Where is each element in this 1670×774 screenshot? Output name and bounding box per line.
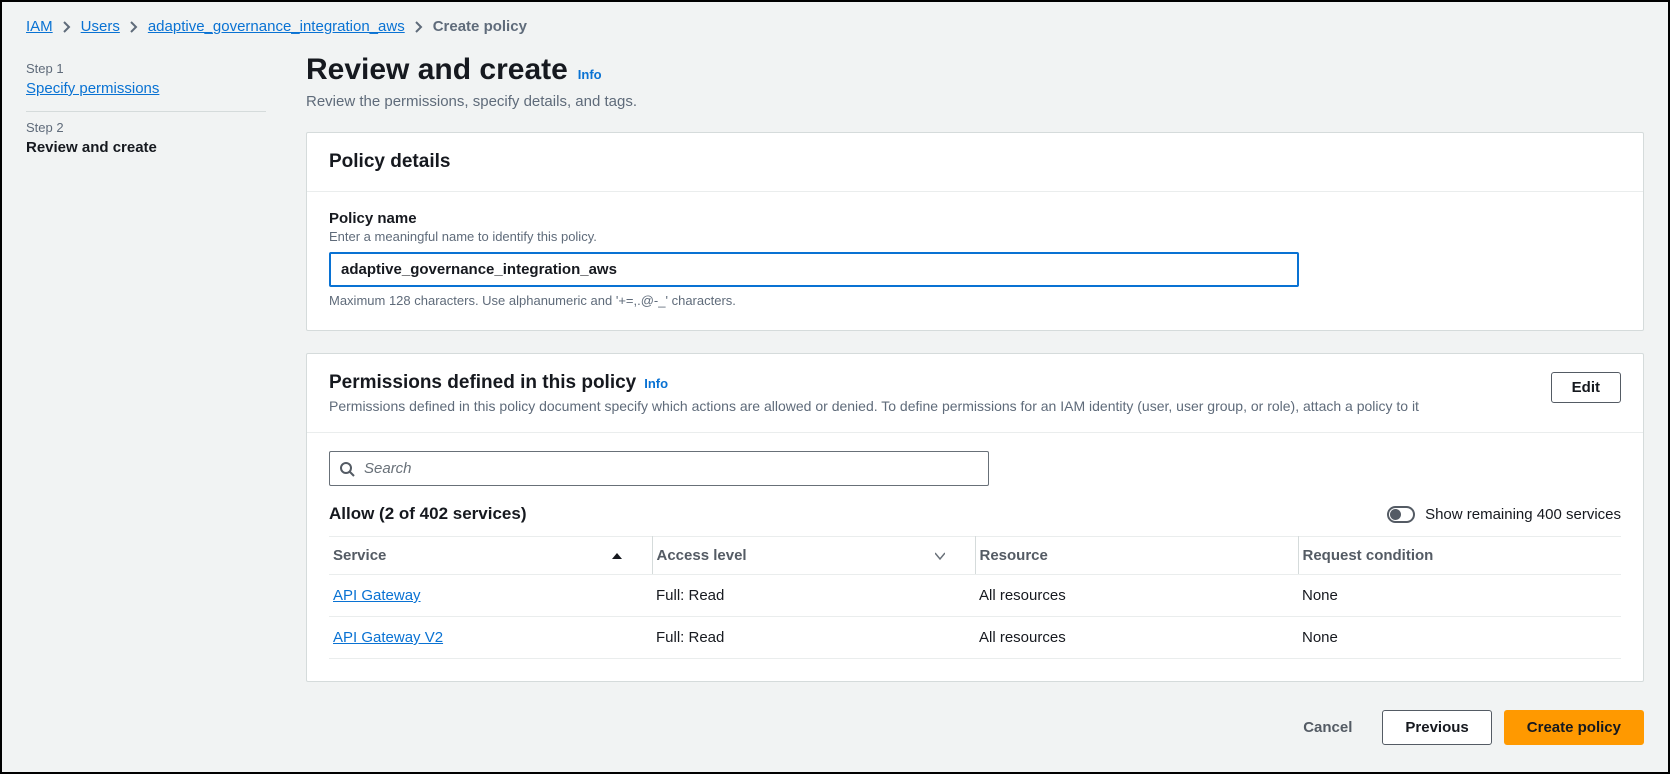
permissions-info-link[interactable]: Info — [644, 376, 668, 391]
search-input[interactable] — [329, 451, 989, 486]
step-1-title[interactable]: Specify permissions — [26, 80, 159, 97]
cell-access: Full: Read — [652, 617, 975, 659]
table-row: API Gateway Full: Read All resources Non… — [329, 575, 1621, 617]
breadcrumb-user-name[interactable]: adaptive_governance_integration_aws — [148, 18, 405, 35]
step-2: Step 2 Review and create — [26, 112, 266, 170]
step-2-label: Step 2 — [26, 120, 266, 135]
breadcrumb-iam[interactable]: IAM — [26, 18, 53, 35]
policy-name-label: Policy name — [329, 210, 1621, 227]
cell-access: Full: Read — [652, 575, 975, 617]
edit-button[interactable]: Edit — [1551, 372, 1621, 403]
footer-actions: Cancel Previous Create policy — [306, 704, 1644, 745]
service-link-api-gateway[interactable]: API Gateway — [333, 587, 421, 604]
show-remaining-toggle[interactable] — [1387, 506, 1415, 523]
col-access-level[interactable]: Access level — [652, 537, 975, 575]
create-policy-button[interactable]: Create policy — [1504, 710, 1644, 745]
step-1-label: Step 1 — [26, 61, 266, 76]
sort-none-icon — [935, 551, 945, 561]
cancel-button[interactable]: Cancel — [1285, 711, 1370, 744]
cell-resource: All resources — [975, 575, 1298, 617]
show-remaining-label: Show remaining 400 services — [1425, 506, 1621, 523]
chevron-right-icon — [63, 21, 71, 33]
sort-asc-icon — [612, 551, 622, 561]
step-2-title: Review and create — [26, 139, 266, 156]
chevron-right-icon — [130, 21, 138, 33]
breadcrumb: IAM Users adaptive_governance_integratio… — [26, 18, 1644, 35]
col-request-condition: Request condition — [1298, 537, 1621, 575]
search-icon — [339, 461, 355, 477]
policy-name-constraint: Maximum 128 characters. Use alphanumeric… — [329, 293, 1621, 308]
permissions-panel: Permissions defined in this policy Info … — [306, 353, 1644, 682]
breadcrumb-current: Create policy — [433, 18, 527, 35]
cell-condition: None — [1298, 617, 1621, 659]
policy-details-panel: Policy details Policy name Enter a meani… — [306, 132, 1644, 331]
permissions-description: Permissions defined in this policy docum… — [329, 398, 1419, 414]
cell-resource: All resources — [975, 617, 1298, 659]
step-1: Step 1 Specify permissions — [26, 53, 266, 112]
col-service[interactable]: Service — [329, 537, 652, 575]
allow-summary: Allow (2 of 402 services) — [329, 504, 526, 524]
service-link-api-gateway-v2[interactable]: API Gateway V2 — [333, 629, 443, 646]
previous-button[interactable]: Previous — [1382, 710, 1491, 745]
chevron-right-icon — [415, 21, 423, 33]
permissions-table: Service Access level — [329, 536, 1621, 659]
wizard-stepper: Step 1 Specify permissions Step 2 Review… — [26, 53, 266, 170]
main-content: Review and create Info Review the permis… — [306, 53, 1644, 745]
cell-condition: None — [1298, 575, 1621, 617]
policy-name-hint: Enter a meaningful name to identify this… — [329, 229, 1621, 244]
breadcrumb-users[interactable]: Users — [81, 18, 120, 35]
col-resource: Resource — [975, 537, 1298, 575]
page-info-link[interactable]: Info — [578, 67, 602, 82]
page-subtitle: Review the permissions, specify details,… — [306, 93, 1644, 110]
page-title: Review and create — [306, 53, 568, 87]
policy-name-input[interactable] — [329, 252, 1299, 287]
permissions-title: Permissions defined in this policy — [329, 372, 636, 394]
table-row: API Gateway V2 Full: Read All resources … — [329, 617, 1621, 659]
policy-details-title: Policy details — [329, 151, 450, 173]
